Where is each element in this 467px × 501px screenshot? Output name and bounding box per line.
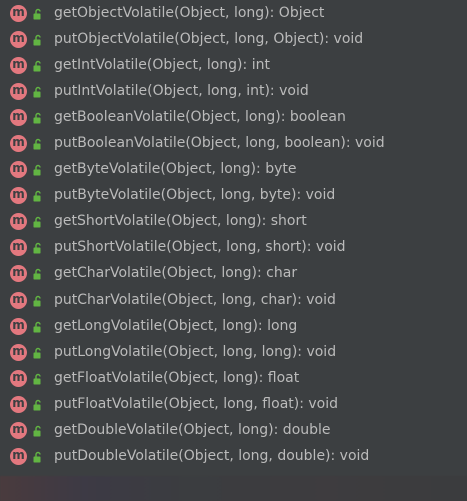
public-lock-icon [33,112,41,124]
member-signature: getIntVolatile(Object, long): int [54,57,270,73]
member-signature: putDoubleVolatile(Object, long, double):… [54,448,370,464]
method-icon [10,135,27,152]
public-lock-icon [33,8,41,20]
member-row[interactable]: getDoubleVolatile(Object, long): double [0,417,467,443]
public-lock-icon [33,34,41,46]
method-icon [10,213,27,230]
public-lock-icon [33,321,41,333]
public-lock-icon [33,86,41,98]
method-icon [10,292,27,309]
member-signature: putLongVolatile(Object, long, long): voi… [54,344,337,360]
public-lock-icon [33,268,41,280]
method-icon [10,318,27,335]
public-lock-icon [33,190,41,202]
public-lock-icon [33,373,41,385]
method-icon [10,5,27,22]
member-row[interactable]: getShortVolatile(Object, long): short [0,208,467,234]
method-icon [10,396,27,413]
public-lock-icon [33,242,41,254]
method-icon [10,161,27,178]
member-row[interactable]: getCharVolatile(Object, long): char [0,260,467,286]
method-icon [10,83,27,100]
member-row[interactable]: putIntVolatile(Object, long, int): void [0,78,467,104]
member-signature: getShortVolatile(Object, long): short [54,213,307,229]
public-lock-icon [33,164,41,176]
member-row[interactable]: putFloatVolatile(Object, long, float): v… [0,391,467,417]
member-row[interactable]: putObjectVolatile(Object, long, Object):… [0,26,467,52]
member-row[interactable]: getByteVolatile(Object, long): byte [0,156,467,182]
member-row[interactable]: putCharVolatile(Object, long, char): voi… [0,287,467,313]
public-lock-icon [33,138,41,150]
member-row[interactable]: putLongVolatile(Object, long, long): voi… [0,339,467,365]
blurred-bottom-strip [0,476,467,501]
member-row[interactable]: putBooleanVolatile(Object, long, boolean… [0,130,467,156]
member-signature: getFloatVolatile(Object, long): float [54,370,300,386]
member-signature: putObjectVolatile(Object, long, Object):… [54,31,364,47]
member-row[interactable]: getBooleanVolatile(Object, long): boolea… [0,104,467,130]
member-signature: getCharVolatile(Object, long): char [54,265,298,281]
member-signature: putIntVolatile(Object, long, int): void [54,83,309,99]
member-signature: putShortVolatile(Object, long, short): v… [54,239,346,255]
member-row[interactable]: getObjectVolatile(Object, long): Object [0,0,467,26]
method-icon [10,344,27,361]
public-lock-icon [33,295,41,307]
member-row[interactable]: putDoubleVolatile(Object, long, double):… [0,443,467,469]
public-lock-icon [33,347,41,359]
public-lock-icon [33,451,41,463]
member-signature: getByteVolatile(Object, long): byte [54,161,297,177]
member-row[interactable]: putByteVolatile(Object, long, byte): voi… [0,182,467,208]
member-signature: getLongVolatile(Object, long): long [54,318,298,334]
member-signature: putCharVolatile(Object, long, char): voi… [54,292,336,308]
member-row[interactable]: getLongVolatile(Object, long): long [0,313,467,339]
structure-member-list: getObjectVolatile(Object, long): Object p… [0,0,467,474]
public-lock-icon [33,399,41,411]
method-icon [10,57,27,74]
method-icon [10,187,27,204]
method-icon [10,422,27,439]
method-icon [10,31,27,48]
public-lock-icon [33,60,41,72]
public-lock-icon [33,216,41,228]
member-signature: getDoubleVolatile(Object, long): double [54,422,331,438]
method-icon [10,370,27,387]
method-icon [10,448,27,465]
method-icon [10,239,27,256]
member-row[interactable]: getFloatVolatile(Object, long): float [0,365,467,391]
member-signature: getBooleanVolatile(Object, long): boolea… [54,109,346,125]
member-signature: putBooleanVolatile(Object, long, boolean… [54,135,385,151]
member-signature: getObjectVolatile(Object, long): Object [54,5,325,21]
member-signature: putFloatVolatile(Object, long, float): v… [54,396,339,412]
method-icon [10,109,27,126]
member-signature: putByteVolatile(Object, long, byte): voi… [54,187,336,203]
member-row[interactable]: getIntVolatile(Object, long): int [0,52,467,78]
member-row[interactable]: putShortVolatile(Object, long, short): v… [0,234,467,260]
method-icon [10,265,27,282]
public-lock-icon [33,425,41,437]
